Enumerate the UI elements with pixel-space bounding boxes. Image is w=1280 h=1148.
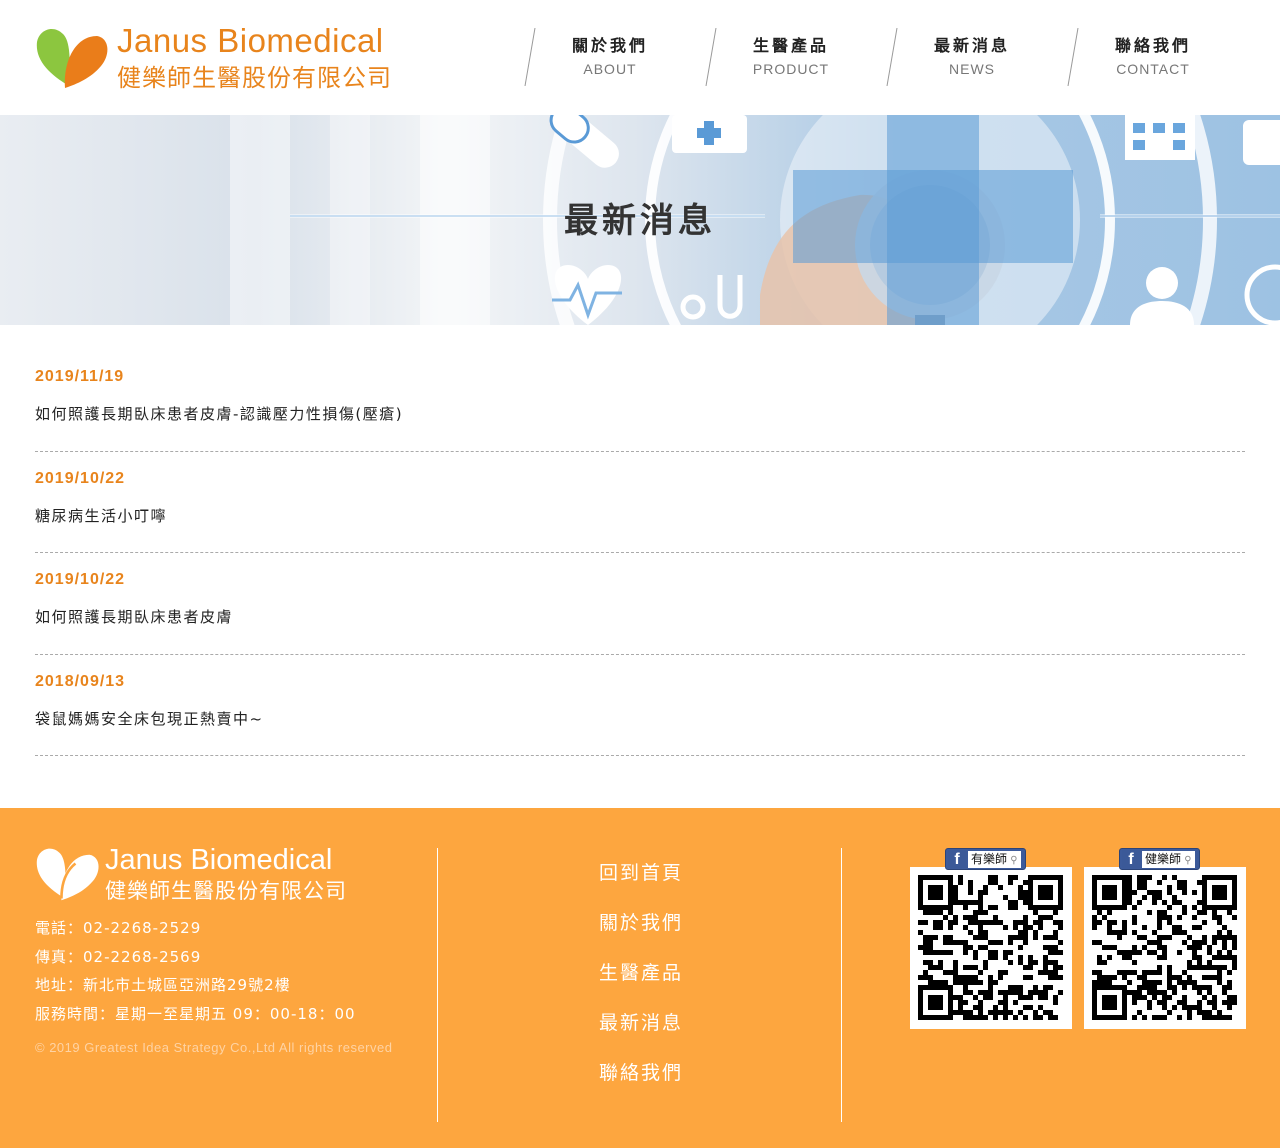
- footer-nav-product[interactable]: 生醫產品: [599, 958, 683, 1008]
- footer-logo-english-name: Janus Biomedical: [105, 844, 333, 876]
- search-icon: ⚲: [1181, 854, 1192, 866]
- news-item[interactable]: 2019/10/22 糖尿病生活小叮嚀: [35, 452, 1245, 553]
- news-date: 2019/10/22: [35, 469, 126, 487]
- address: 地址：新北市土城區亞洲路29號2樓: [35, 976, 291, 994]
- logo-english-name: Janus Biomedical: [117, 22, 384, 59]
- footer-divider: [841, 848, 842, 1122]
- phone-number: 電話：02-2268-2529: [35, 919, 202, 937]
- facebook-tag: f 健樂師 ⚲: [1119, 848, 1200, 870]
- facebook-page-name: 健樂師 ⚲: [1142, 850, 1195, 868]
- facebook-icon: f: [1122, 850, 1140, 868]
- footer-logo-chinese-name: 健樂師生醫股份有限公司: [105, 879, 347, 903]
- footer-nav-about[interactable]: 關於我們: [599, 908, 683, 958]
- heart-leaf-logo-icon: [36, 28, 108, 88]
- news-item[interactable]: 2019/10/22 如何照護長期臥床患者皮膚: [35, 553, 1245, 655]
- news-list: 2019/11/19 如何照護長期臥床患者皮膚-認識壓力性損傷(壓瘡) 2019…: [35, 350, 1245, 756]
- footer-divider: [437, 848, 438, 1122]
- nav-about-label: 關於我們: [571, 36, 648, 55]
- nav-product-label: 生醫產品: [752, 36, 829, 55]
- news-title-link[interactable]: 糖尿病生活小叮嚀: [35, 505, 167, 526]
- copyright: © 2019 Greatest Idea Strategy Co.,Ltd Al…: [35, 1040, 393, 1055]
- facebook-icon: f: [948, 850, 966, 868]
- search-icon: ⚲: [1007, 854, 1018, 866]
- news-item[interactable]: 2019/11/19 如何照護長期臥床患者皮膚-認識壓力性損傷(壓瘡): [35, 350, 1245, 452]
- news-item[interactable]: 2018/09/13 袋鼠媽媽安全床包現正熱賣中~: [35, 655, 1245, 756]
- fax-number: 傳真：02-2268-2569: [35, 947, 202, 966]
- qr-code-pattern: [918, 875, 1063, 1020]
- nav-contact[interactable]: 聯絡我們 CONTACT: [1062, 26, 1244, 88]
- page-banner: 最新消息: [0, 115, 1280, 325]
- nav-news-sublabel: NEWS: [949, 61, 995, 77]
- site-header: Janus Biomedical 健樂師生醫股份有限公司 關於我們 ABOUT …: [0, 0, 1280, 115]
- facebook-tag: f 有樂師 ⚲: [945, 848, 1026, 870]
- page-title: 最新消息: [564, 201, 716, 241]
- facebook-page-name: 有樂師 ⚲: [968, 850, 1021, 868]
- news-title-link[interactable]: 如何照護長期臥床患者皮膚: [35, 606, 233, 627]
- nav-about-sublabel: ABOUT: [583, 61, 637, 77]
- business-hours: 服務時間：星期一至星期五 09：00-18：00: [35, 1004, 356, 1023]
- nav-product-sublabel: PRODUCT: [752, 61, 830, 77]
- nav-news[interactable]: 最新消息 NEWS: [881, 26, 1063, 88]
- facebook-qr-code[interactable]: [1084, 867, 1246, 1029]
- site-footer: Janus Biomedical 健樂師生醫股份有限公司 電話：02-2268-…: [0, 808, 1280, 1148]
- footer-logo[interactable]: Janus Biomedical 健樂師生醫股份有限公司: [35, 844, 395, 903]
- logo-chinese-name: 健樂師生醫股份有限公司: [117, 64, 392, 92]
- news-date: 2018/09/13: [35, 672, 126, 690]
- qr-code-pattern: [1092, 875, 1237, 1020]
- news-title-link[interactable]: 如何照護長期臥床患者皮膚-認識壓力性損傷(壓瘡): [35, 403, 403, 424]
- news-date: 2019/10/22: [35, 571, 126, 588]
- site-logo[interactable]: Janus Biomedical 健樂師生醫股份有限公司: [35, 22, 435, 92]
- nav-contact-sublabel: CONTACT: [1116, 61, 1190, 77]
- heart-leaf-logo-icon: [36, 848, 99, 901]
- facebook-qr-code[interactable]: [910, 867, 1072, 1029]
- footer-nav-news[interactable]: 最新消息: [599, 1008, 683, 1058]
- news-title-link[interactable]: 袋鼠媽媽安全床包現正熱賣中~: [35, 708, 264, 729]
- footer-nav-home[interactable]: 回到首頁: [599, 858, 683, 908]
- main-nav: 關於我們 ABOUT 生醫產品 PRODUCT 最新消息 NEWS 聯絡我們 C…: [510, 26, 1270, 88]
- nav-news-label: 最新消息: [933, 36, 1010, 55]
- footer-nav: 回到首頁 關於我們 生醫產品 最新消息 聯絡我們: [599, 858, 683, 1108]
- footer-nav-contact[interactable]: 聯絡我們: [599, 1058, 683, 1108]
- nav-contact-label: 聯絡我們: [1114, 36, 1191, 55]
- contact-info: 電話：02-2268-2529 傳真：02-2268-2569 地址：新北市土城…: [35, 914, 356, 1028]
- nav-product[interactable]: 生醫產品 PRODUCT: [700, 26, 882, 88]
- news-date: 2019/11/19: [35, 368, 125, 385]
- nav-about[interactable]: 關於我們 ABOUT: [519, 26, 701, 88]
